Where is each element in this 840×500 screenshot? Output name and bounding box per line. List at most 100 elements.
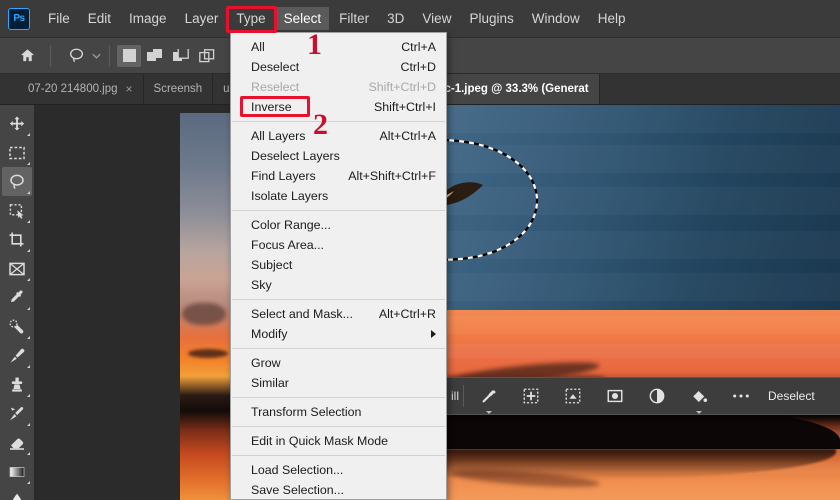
menu-item-save-selection[interactable]: Save Selection... [231, 480, 446, 500]
menu-3d[interactable]: 3D [379, 7, 412, 30]
home-icon[interactable] [14, 44, 40, 68]
chevron-down-icon[interactable] [89, 44, 103, 68]
menu-item-label: Transform Selection [251, 405, 362, 419]
menu-item-transform-selection[interactable]: Transform Selection [231, 402, 446, 422]
magic-wand-icon[interactable] [472, 383, 506, 414]
menu-separator [232, 348, 445, 349]
close-icon[interactable]: × [126, 82, 133, 96]
annotation-step-2: 2 [313, 108, 328, 141]
document-tab[interactable]: Screensh [143, 74, 214, 104]
divider [109, 44, 110, 67]
menu-edit[interactable]: Edit [80, 7, 119, 30]
tab-label: Screensh [153, 83, 203, 95]
document-tab[interactable]: 07-20 214800.jpg × [18, 74, 144, 104]
menu-item-all-layers[interactable]: All Layers Alt+Ctrl+A [231, 126, 446, 146]
menu-separator [232, 210, 445, 211]
add-to-selection-button[interactable] [143, 45, 167, 67]
frame-icon[interactable] [2, 254, 32, 283]
blur-droplet-icon[interactable] [2, 486, 32, 500]
menu-item-all[interactable]: All Ctrl+A [231, 37, 446, 57]
menu-item-deselect[interactable]: Deselect Ctrl+D [231, 57, 446, 77]
cloud-shape [182, 303, 226, 325]
marquee-icon[interactable] [2, 138, 32, 167]
lasso-tool-icon[interactable] [63, 44, 89, 68]
menu-item-shortcut: Alt+Ctrl+R [378, 307, 436, 321]
menu-item-grow[interactable]: Grow [231, 353, 446, 373]
remove-bg-icon[interactable] [514, 383, 548, 409]
menu-item-find-layers[interactable]: Find Layers Alt+Shift+Ctrl+F [231, 166, 446, 186]
divider [463, 385, 464, 407]
deselect-button[interactable]: Deselect [768, 389, 815, 403]
crop-icon[interactable] [2, 225, 32, 254]
chevron-down-icon[interactable] [486, 411, 492, 414]
menu-item-label: Edit in Quick Mask Mode [251, 434, 389, 448]
menu-item-isolate-layers[interactable]: Isolate Layers [231, 186, 446, 206]
chevron-double-right-icon[interactable]: chevron-double-right-icon [0, 74, 18, 104]
menu-item-reselect[interactable]: Reselect Shift+Ctrl+D [231, 77, 446, 97]
menu-item-shortcut: Ctrl+D [400, 60, 436, 74]
menu-item-label: Find Layers [251, 169, 316, 183]
menu-separator [232, 299, 445, 300]
menu-item-label: Load Selection... [251, 463, 344, 477]
clone-stamp-icon[interactable] [2, 370, 32, 399]
intersect-with-selection-button[interactable] [195, 45, 219, 67]
lasso-icon[interactable] [2, 167, 32, 196]
menu-item-color-range[interactable]: Color Range... [231, 215, 446, 235]
menu-item-sky[interactable]: Sky [231, 275, 446, 295]
annotation-step-1: 1 [307, 28, 322, 61]
divider [50, 44, 51, 67]
object-select-icon[interactable] [2, 196, 32, 225]
paint-bucket-icon[interactable] [682, 383, 716, 414]
menu-image[interactable]: Image [121, 7, 175, 30]
menu-item-label: Focus Area... [251, 238, 325, 252]
gradient-icon[interactable] [2, 457, 32, 486]
menu-item-label: All [251, 40, 265, 54]
menu-item-focus-area[interactable]: Focus Area... [231, 235, 446, 255]
menu-item-load-selection[interactable]: Load Selection... [231, 460, 446, 480]
eyedropper-icon[interactable] [2, 283, 32, 312]
chevron-down-icon[interactable] [696, 411, 702, 414]
menu-select[interactable]: Select [275, 7, 330, 30]
menu-item-subject[interactable]: Subject [231, 255, 446, 275]
menu-help[interactable]: Help [590, 7, 634, 30]
menu-item-label: Deselect Layers [251, 149, 340, 163]
generative-fill-label[interactable]: ill [447, 389, 459, 403]
new-selection-button[interactable] [117, 44, 141, 67]
move-icon[interactable] [2, 109, 32, 138]
menu-separator [232, 455, 445, 456]
menu-item-inverse[interactable]: Inverse Shift+Ctrl+I [231, 97, 446, 117]
brush-icon[interactable] [2, 341, 32, 370]
menu-window[interactable]: Window [524, 7, 588, 30]
menu-separator [232, 121, 445, 122]
menu-item-label: Select and Mask... [251, 307, 353, 321]
menu-separator [232, 397, 445, 398]
menu-file[interactable]: File [40, 7, 78, 30]
menu-item-similar[interactable]: Similar [231, 373, 446, 393]
menu-item-edit-in-quick-mask-mode[interactable]: Edit in Quick Mask Mode [231, 431, 446, 451]
menu-item-label: Reselect [251, 80, 300, 94]
subtract-from-selection-button[interactable] [169, 45, 193, 67]
menu-type[interactable]: Type [228, 7, 273, 30]
select-dropdown-menu[interactable]: All Ctrl+A Deselect Ctrl+D Reselect Shift+Ctr… [230, 32, 447, 500]
tools-panel [0, 105, 34, 500]
menu-filter[interactable]: Filter [331, 7, 377, 30]
eraser-icon[interactable] [2, 428, 32, 457]
contextual-task-bar[interactable]: ill Deselect [432, 377, 840, 415]
adjustment-circle-icon[interactable] [640, 383, 674, 409]
menu-item-deselect-layers[interactable]: Deselect Layers [231, 146, 446, 166]
menu-layer[interactable]: Layer [177, 7, 227, 30]
menu-item-label: Modify [251, 327, 288, 341]
transform-icon[interactable] [556, 383, 590, 409]
menu-item-shortcut: Shift+Ctrl+I [374, 100, 436, 114]
menu-groups: All Ctrl+A Deselect Ctrl+D Reselect Shift+Ctr… [231, 37, 446, 500]
ellipsis-icon[interactable] [724, 383, 758, 409]
healing-brush-icon[interactable] [2, 312, 32, 341]
menu-view[interactable]: View [414, 7, 459, 30]
menu-plugins[interactable]: Plugins [461, 7, 521, 30]
mask-icon[interactable] [598, 383, 632, 409]
menu-item-shortcut: Alt+Shift+Ctrl+F [348, 169, 436, 183]
menu-item-modify[interactable]: Modify [231, 324, 446, 344]
history-brush-icon[interactable] [2, 399, 32, 428]
background-document-thumbnail[interactable] [180, 113, 234, 500]
menu-item-select-and-mask[interactable]: Select and Mask... Alt+Ctrl+R [231, 304, 446, 324]
